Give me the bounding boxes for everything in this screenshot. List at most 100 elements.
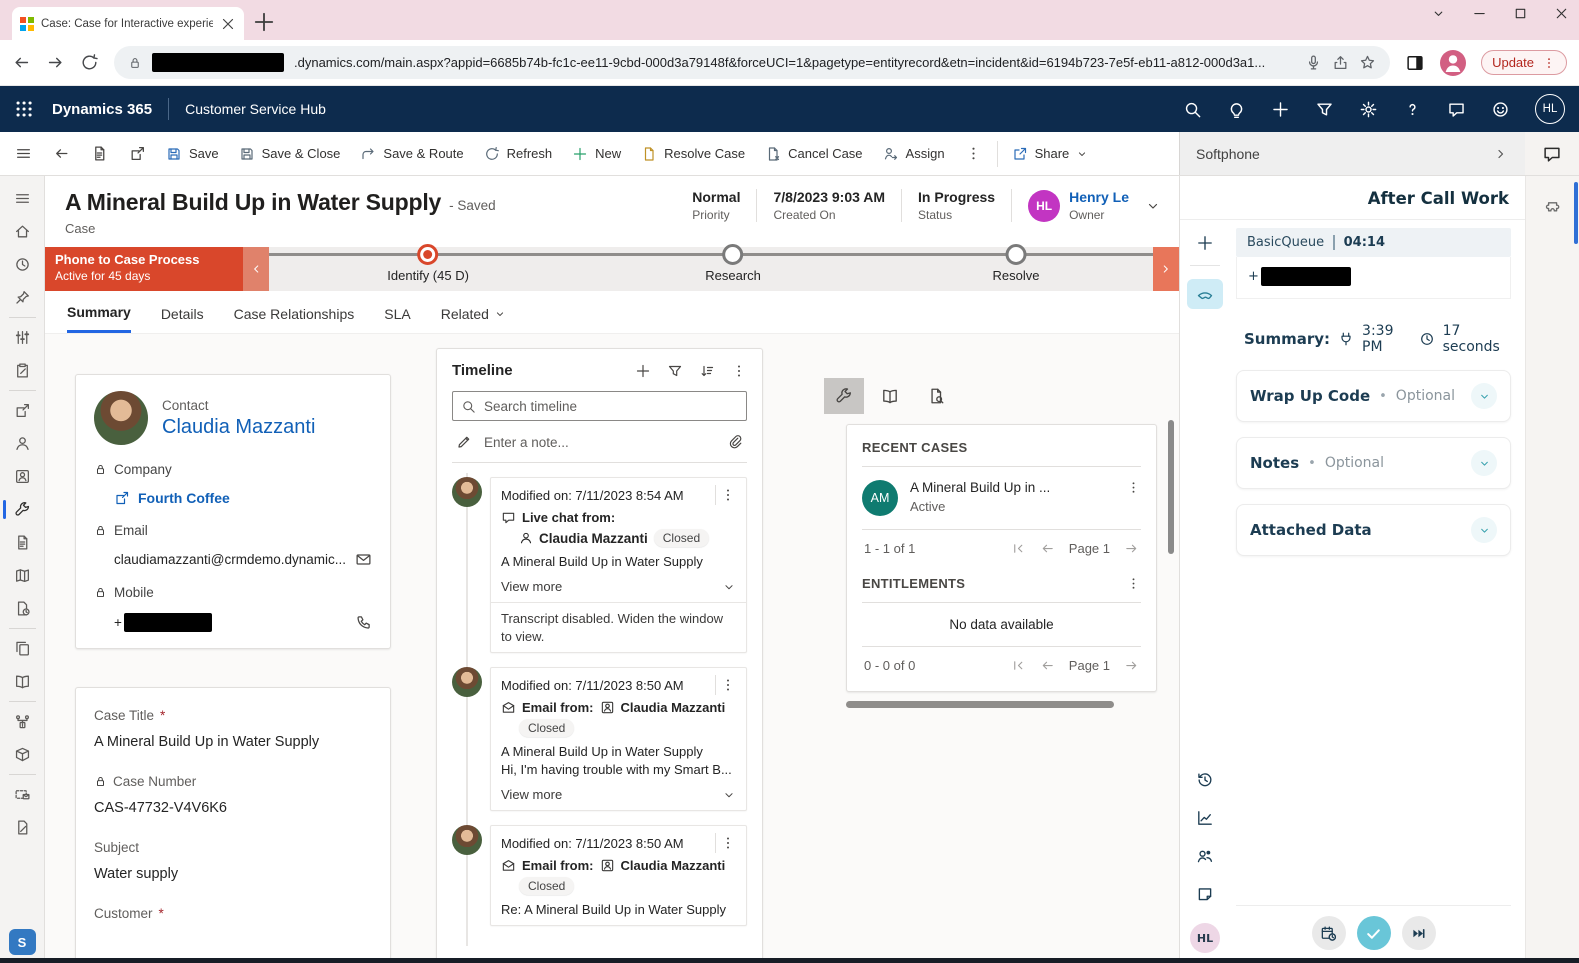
contact-photo[interactable]: [94, 391, 148, 445]
app-name[interactable]: Customer Service Hub: [185, 101, 326, 117]
case-title-value[interactable]: A Mineral Build Up in Water Supply: [94, 734, 372, 750]
sitemap-home[interactable]: [0, 215, 45, 248]
email-value[interactable]: claudiamazzanti@crmdemo.dynamic...: [114, 552, 346, 567]
process-scroll-left[interactable]: [243, 247, 269, 291]
voice-search-icon[interactable]: [1305, 54, 1322, 71]
refresh-button[interactable]: Refresh: [474, 132, 563, 175]
timeline-entry-email-2[interactable]: Modified on: 7/11/2023 8:50 AM Email fro…: [452, 825, 747, 926]
first-page-icon[interactable]: [1011, 658, 1026, 673]
contact-name-link[interactable]: Claudia Mazzanti: [162, 416, 315, 439]
new-session-icon[interactable]: [1196, 234, 1214, 252]
entry-more-icon[interactable]: [720, 677, 736, 693]
form-selector-button[interactable]: [80, 132, 118, 175]
collapse-pane-icon[interactable]: [1493, 146, 1509, 162]
timeline-more-icon[interactable]: [731, 363, 747, 379]
timeline-entry-email-1[interactable]: Modified on: 7/11/2023 8:50 AM Email fro…: [452, 667, 747, 811]
expand-notes-button[interactable]: [1471, 450, 1497, 476]
minimize-icon[interactable]: [1472, 6, 1487, 21]
related-tab-cases[interactable]: [824, 378, 864, 414]
tab-details[interactable]: Details: [161, 303, 204, 333]
new-tab-button[interactable]: [252, 10, 276, 34]
expand-attached-data-button[interactable]: [1471, 517, 1497, 543]
recent-case-row[interactable]: AM A Mineral Build Up in ... Active: [862, 478, 1141, 518]
attached-data-accordion[interactable]: Attached Data: [1236, 504, 1511, 556]
owner-name[interactable]: Henry Le: [1069, 189, 1129, 205]
entry-subject[interactable]: Re: A Mineral Build Up in Water Supply: [501, 902, 736, 917]
share-page-icon[interactable]: [1332, 54, 1349, 71]
go-back-button[interactable]: [42, 132, 80, 175]
stage-resolve-dot[interactable]: [1005, 244, 1026, 265]
related-tab-knowledge[interactable]: [870, 378, 910, 414]
timeline-search-box[interactable]: [452, 391, 747, 421]
back-icon[interactable]: [12, 53, 31, 72]
wrap-up-code-accordion[interactable]: Wrap Up Code • Optional: [1236, 370, 1511, 422]
user-avatar[interactable]: HL: [1535, 94, 1565, 124]
sitemap-pinned[interactable]: [0, 281, 45, 314]
skip-acw-button[interactable]: [1402, 916, 1436, 950]
attach-file-icon[interactable]: [727, 434, 743, 450]
view-more-row[interactable]: View more: [501, 787, 736, 802]
reload-icon[interactable]: [80, 53, 99, 72]
notes-icon[interactable]: [1196, 885, 1214, 903]
service-area-switcher[interactable]: S: [9, 929, 36, 955]
view-more-row[interactable]: View more: [501, 579, 736, 594]
sitemap-contacts[interactable]: [0, 427, 45, 460]
feedback-smiley-icon[interactable]: [1491, 100, 1510, 119]
call-phone-icon[interactable]: [355, 614, 372, 631]
save-close-button[interactable]: Save & Close: [229, 132, 351, 175]
header-expand-icon[interactable]: [1145, 198, 1161, 214]
entry-subject[interactable]: A Mineral Build Up in Water Supply: [501, 744, 736, 759]
more-commands-button[interactable]: [955, 132, 993, 175]
timeline-filter-icon[interactable]: [667, 363, 683, 379]
prev-page-icon[interactable]: [1040, 541, 1055, 556]
tab-case-relationships[interactable]: Case Relationships: [234, 303, 355, 333]
tab-sla[interactable]: SLA: [384, 303, 410, 333]
entry-from[interactable]: Claudia Mazzanti: [621, 858, 726, 873]
stage-research-dot[interactable]: [723, 244, 744, 265]
address-bar[interactable]: .dynamics.com/main.aspx?appid=6685b74b-f…: [114, 46, 1390, 79]
suggestions-icon[interactable]: [1227, 100, 1246, 119]
timeline-search-input[interactable]: [484, 399, 738, 414]
sitemap-scheduled-docs[interactable]: [0, 592, 45, 625]
expand-wrap-up-button[interactable]: [1471, 383, 1497, 409]
panel-scrollbar[interactable]: [1574, 182, 1578, 244]
stage-identify[interactable]: Identify (45 D): [387, 244, 469, 283]
sitemap-menu-button[interactable]: [0, 182, 45, 215]
call-history-icon[interactable]: [1196, 771, 1214, 789]
assign-button[interactable]: Assign: [873, 132, 955, 175]
filter-icon[interactable]: [1315, 100, 1334, 119]
sitemap-cases-selected[interactable]: [0, 493, 45, 526]
tab-search-icon[interactable]: [1431, 6, 1446, 21]
sitemap-knowledge[interactable]: [0, 559, 45, 592]
company-value[interactable]: Fourth Coffee: [138, 490, 230, 506]
schedule-callback-button[interactable]: [1312, 916, 1346, 950]
timeline-sort-icon[interactable]: [699, 363, 715, 379]
next-page-icon[interactable]: [1124, 658, 1139, 673]
forward-icon[interactable]: [46, 53, 65, 72]
softphone-pane-header[interactable]: Softphone: [1179, 132, 1525, 175]
note-placeholder[interactable]: Enter a note...: [484, 435, 569, 450]
process-label[interactable]: Phone to Case Process Active for 45 days: [45, 247, 243, 291]
vertical-scrollbar[interactable]: [1168, 420, 1174, 554]
split-screen-icon[interactable]: [1405, 53, 1425, 73]
view-more-label[interactable]: View more: [501, 579, 562, 594]
sitemap-dashboards[interactable]: [0, 321, 45, 354]
share-button[interactable]: Share: [1002, 132, 1099, 175]
help-icon[interactable]: [1403, 100, 1422, 119]
contacts-directory-icon[interactable]: [1196, 847, 1214, 865]
sitemap-knowledge-base[interactable]: [0, 665, 45, 698]
quick-create-icon[interactable]: [1271, 100, 1290, 119]
company-link[interactable]: Fourth Coffee: [114, 490, 230, 506]
cancel-case-button[interactable]: Cancel Case: [755, 132, 872, 175]
sitemap-recent[interactable]: [0, 248, 45, 281]
sitemap-products[interactable]: [0, 738, 45, 771]
send-email-icon[interactable]: [355, 551, 372, 568]
sitemap-cases-queue[interactable]: [0, 394, 45, 427]
plugin-icon[interactable]: [1544, 198, 1562, 216]
sitemap-invoices[interactable]: [0, 526, 45, 559]
first-page-icon[interactable]: [1011, 541, 1026, 556]
search-icon[interactable]: [1183, 100, 1202, 119]
process-scroll-right[interactable]: [1153, 247, 1179, 291]
expand-chevron-icon[interactable]: [722, 580, 736, 594]
bookmark-icon[interactable]: [1359, 54, 1376, 71]
